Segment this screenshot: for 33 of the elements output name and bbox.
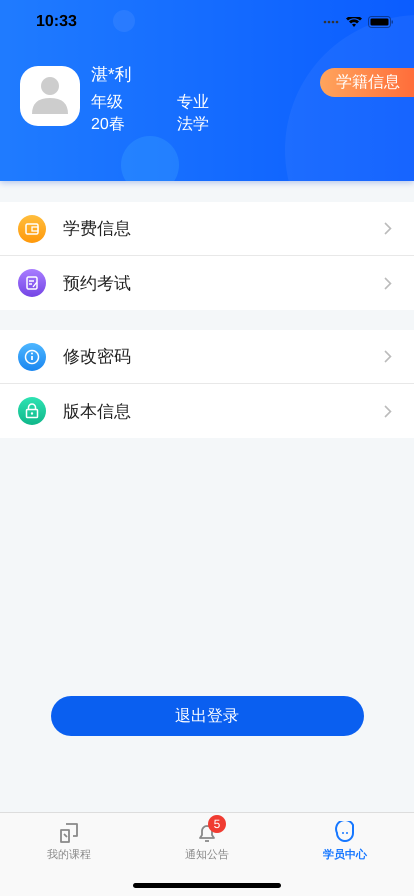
person-silhouette-icon — [30, 74, 70, 114]
face-icon — [333, 821, 357, 845]
notification-count-badge: 5 — [208, 815, 226, 833]
wallet-icon — [18, 214, 46, 242]
chevron-right-icon — [384, 276, 392, 290]
battery-icon — [368, 16, 394, 28]
status-time: 10:33 — [36, 13, 77, 31]
edit-icon — [18, 269, 46, 297]
menu-item[interactable]: 修改密码 — [0, 330, 414, 384]
menu-label: 预约考试 — [63, 272, 132, 294]
chevron-right-icon — [384, 222, 392, 235]
info-icon — [18, 342, 46, 370]
menu-label: 修改密码 — [63, 346, 132, 368]
menu-item[interactable]: 学费信息 — [0, 202, 414, 256]
chevron-right-icon — [384, 350, 392, 363]
tab[interactable]: 学员中心 — [276, 813, 414, 863]
menu-label: 学费信息 — [63, 218, 132, 240]
tab[interactable]: 5 通知公告 — [138, 813, 276, 863]
menu-item[interactable]: 预约考试 — [0, 256, 414, 310]
tab[interactable]: 我的课程 — [0, 813, 138, 863]
field-value: 法学 — [176, 114, 209, 135]
book-icon — [57, 821, 81, 845]
lock-icon — [18, 397, 46, 425]
signal-icon — [322, 20, 340, 24]
menu-label: 版本信息 — [63, 400, 132, 422]
chevron-right-icon — [384, 404, 392, 418]
field-label: 专业 — [176, 92, 209, 113]
field-value: 20春 — [91, 115, 125, 135]
menu-item[interactable]: 版本信息 — [0, 384, 414, 438]
logout-button[interactable]: 退出登录 — [50, 696, 364, 736]
wifi-icon — [346, 17, 362, 27]
field-label: 年级 — [91, 93, 124, 113]
student-name: 湛*利 — [91, 64, 133, 86]
